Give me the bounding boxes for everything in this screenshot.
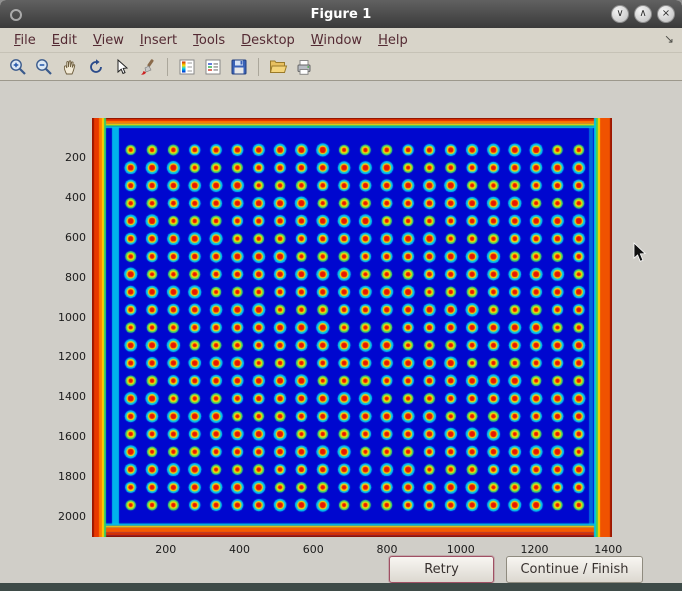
y-tick-label: 1200 bbox=[40, 350, 86, 363]
x-tick-label: 1200 bbox=[515, 543, 555, 556]
zoom-out-icon[interactable] bbox=[32, 55, 56, 79]
chevron-up-icon: ∧ bbox=[639, 9, 646, 19]
open-folder-icon[interactable] bbox=[266, 55, 290, 79]
y-tick-label: 2000 bbox=[40, 510, 86, 523]
maximize-button[interactable]: ∧ bbox=[634, 5, 652, 23]
x-tick-label: 1400 bbox=[588, 543, 628, 556]
window-menu-icon[interactable] bbox=[10, 9, 22, 21]
shade-button[interactable]: ∨ bbox=[611, 5, 629, 23]
insert-colorbar-icon[interactable] bbox=[175, 55, 199, 79]
close-button[interactable]: × bbox=[657, 5, 675, 23]
data-cursor-icon[interactable] bbox=[110, 55, 134, 79]
brush-icon[interactable] bbox=[136, 55, 160, 79]
y-tick-label: 1000 bbox=[40, 311, 86, 324]
menu-edit[interactable]: Edit bbox=[44, 31, 85, 50]
figure-window: Figure 1 ∨ ∧ × File Edit View Insert Too… bbox=[0, 0, 682, 591]
x-tick-label: 200 bbox=[146, 543, 186, 556]
y-tick-label: 1400 bbox=[40, 390, 86, 403]
mouse-cursor bbox=[633, 242, 649, 264]
zoom-in-icon[interactable] bbox=[6, 55, 30, 79]
window-title: Figure 1 bbox=[311, 7, 372, 22]
retry-button[interactable]: Retry bbox=[389, 556, 494, 583]
continue-finish-button[interactable]: Continue / Finish bbox=[506, 556, 643, 583]
window-controls: ∨ ∧ × bbox=[611, 5, 675, 23]
menu-bar: File Edit View Insert Tools Desktop Wind… bbox=[0, 28, 682, 52]
menu-desktop[interactable]: Desktop bbox=[233, 31, 303, 50]
print-icon[interactable] bbox=[292, 55, 316, 79]
menu-help[interactable]: Help bbox=[370, 31, 416, 50]
save-icon[interactable] bbox=[227, 55, 251, 79]
toolbar-separator bbox=[167, 58, 168, 76]
y-tick-label: 400 bbox=[40, 191, 86, 204]
chevron-down-icon: ∨ bbox=[616, 9, 623, 19]
close-icon: × bbox=[662, 9, 670, 19]
menu-view[interactable]: View bbox=[85, 31, 132, 50]
figure-canvas-area: Retry Continue / Finish 200 400 600 800 1000… bbox=[0, 81, 682, 583]
x-tick-label: 800 bbox=[367, 543, 407, 556]
menu-tools[interactable]: Tools bbox=[185, 31, 233, 50]
rotate-3d-icon[interactable] bbox=[84, 55, 108, 79]
dock-figure-icon[interactable]: ↘ bbox=[664, 32, 674, 46]
title-bar[interactable]: Figure 1 ∨ ∧ × bbox=[0, 0, 682, 28]
menu-window[interactable]: Window bbox=[303, 31, 370, 50]
x-tick-label: 1000 bbox=[441, 543, 481, 556]
y-tick-label: 800 bbox=[40, 271, 86, 284]
y-tick-label: 1800 bbox=[40, 470, 86, 483]
insert-legend-icon[interactable] bbox=[201, 55, 225, 79]
desktop-panel-strip bbox=[0, 583, 682, 591]
menu-insert[interactable]: Insert bbox=[132, 31, 185, 50]
x-tick-label: 400 bbox=[220, 543, 260, 556]
y-tick-label: 600 bbox=[40, 231, 86, 244]
figure-image[interactable] bbox=[92, 118, 612, 537]
menu-file[interactable]: File bbox=[6, 31, 44, 50]
pan-hand-icon[interactable] bbox=[58, 55, 82, 79]
toolbar-separator bbox=[258, 58, 259, 76]
x-tick-label: 600 bbox=[293, 543, 333, 556]
y-tick-label: 1600 bbox=[40, 430, 86, 443]
toolbar bbox=[0, 52, 682, 81]
y-tick-label: 200 bbox=[40, 151, 86, 164]
